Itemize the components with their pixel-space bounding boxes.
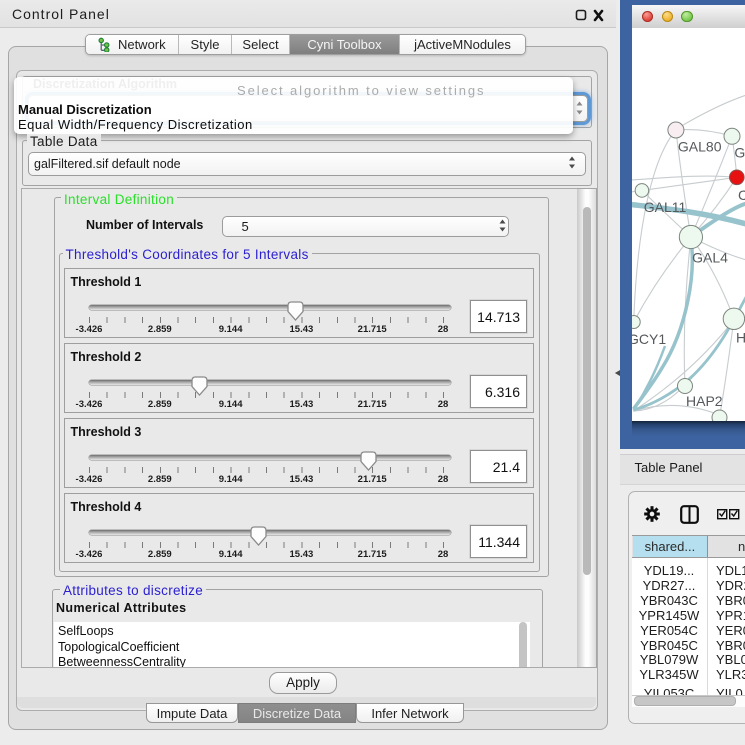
svg-text:GAL4: GAL4 (692, 250, 728, 266)
svg-text:HAP2: HAP2 (686, 393, 723, 409)
svg-text:HA: HA (736, 330, 745, 346)
svg-text:GAL11: GAL11 (643, 199, 686, 215)
svg-text:GA: GA (734, 145, 745, 161)
svg-text:GAL80: GAL80 (677, 139, 721, 155)
svg-text:GCY1: GCY1 (632, 331, 666, 347)
svg-text:C: C (738, 187, 745, 203)
